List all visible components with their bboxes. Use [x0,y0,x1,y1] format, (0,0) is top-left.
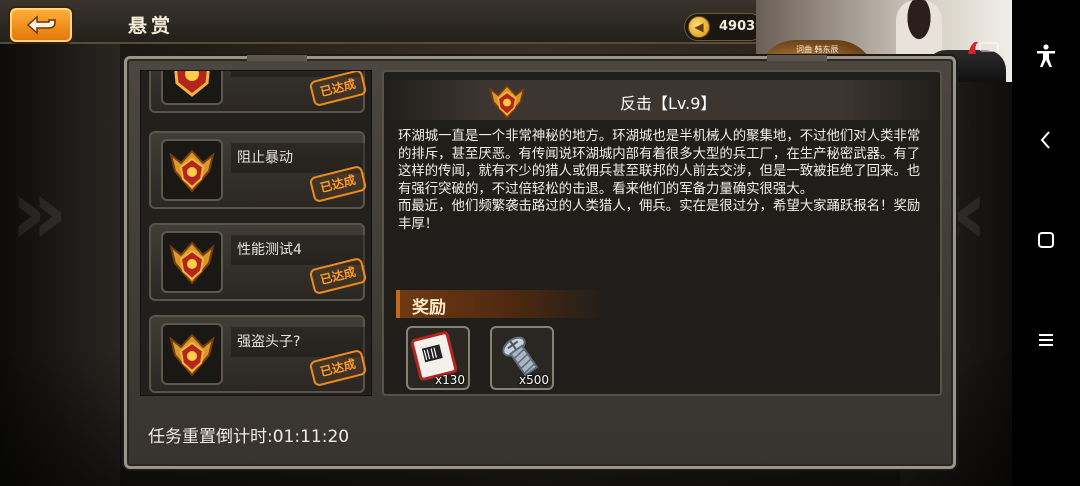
quest-item[interactable]: 已达成 [149,71,368,113]
quest-item[interactable]: 性能测试4 已达成 [149,223,368,301]
rewards-header: 奖励 [396,290,606,318]
rank-emblem-icon [489,84,525,119]
quest-description: 环湖城一直是一个非常神秘的地方。环湖城也是半机械人的聚集地，不过他们对人类非常的… [398,128,932,233]
rank-emblem-icon [169,149,215,193]
quest-emblem-box [161,231,223,293]
nav-home-icon[interactable] [1032,228,1060,256]
reset-countdown: 任务重置倒计时:01:11:20 [148,427,350,447]
reward-item[interactable]: x500 [490,326,554,390]
video-caption: 词曲 韩东辰 [796,45,839,54]
quest-detail-panel: 反击【Lv.9】 环湖城一直是一个非常神秘的地方。环湖城也是半机械人的聚集地，不… [382,70,942,396]
person-image [896,0,942,60]
wall-chevron-left-decoration: » [10,160,69,265]
description-paragraph: 而最近，他们频繁袭击路过的人类猎人，佣兵。实在是很过分，希望大家踊跃报名！奖励丰… [398,199,921,232]
frame-notch-decoration [767,55,827,61]
coin-icon: ◀ [688,16,710,38]
quest-emblem-box [161,139,223,201]
quest-title: 反击【Lv.9】 [620,94,717,113]
quest-list[interactable]: 已达成 阻止暴动 已达成 性能测试4 已达成 强盗头子? 已达成 [140,70,372,396]
rank-emblem-icon [169,333,215,377]
system-nav-bar [1012,0,1080,486]
quest-item[interactable]: 强盗头子? 已达成 [149,315,368,393]
page-title: 悬赏 [128,15,175,37]
rank-emblem-icon [174,71,210,97]
frame-notch-decoration [247,55,307,61]
quest-name: 强盗头子? [237,334,301,350]
quest-name: 性能测试4 [237,242,302,258]
reward-count: x130 [434,373,465,387]
coin-counter: ◀ 49039 [684,13,764,41]
nav-back-icon[interactable] [1032,128,1060,156]
nav-menu-icon[interactable] [1032,328,1060,356]
quest-item[interactable]: 阻止暴动 已达成 [149,131,368,209]
channel-logo-icon [968,41,999,54]
quest-name: 阻止暴动 [237,150,293,166]
description-paragraph: 环湖城一直是一个非常神秘的地方。环湖城也是半机械人的聚集地，不过他们对人类非常的… [398,129,921,197]
accessibility-icon[interactable] [1032,44,1060,72]
quest-emblem-box [161,71,223,105]
rewards-label: 奖励 [412,298,446,318]
rank-emblem-icon [169,241,215,285]
back-button[interactable] [8,6,74,44]
reward-item[interactable]: x130 [406,326,470,390]
quest-emblem-box [161,323,223,385]
reward-count: x500 [518,373,549,387]
return-arrow-icon [26,15,56,35]
